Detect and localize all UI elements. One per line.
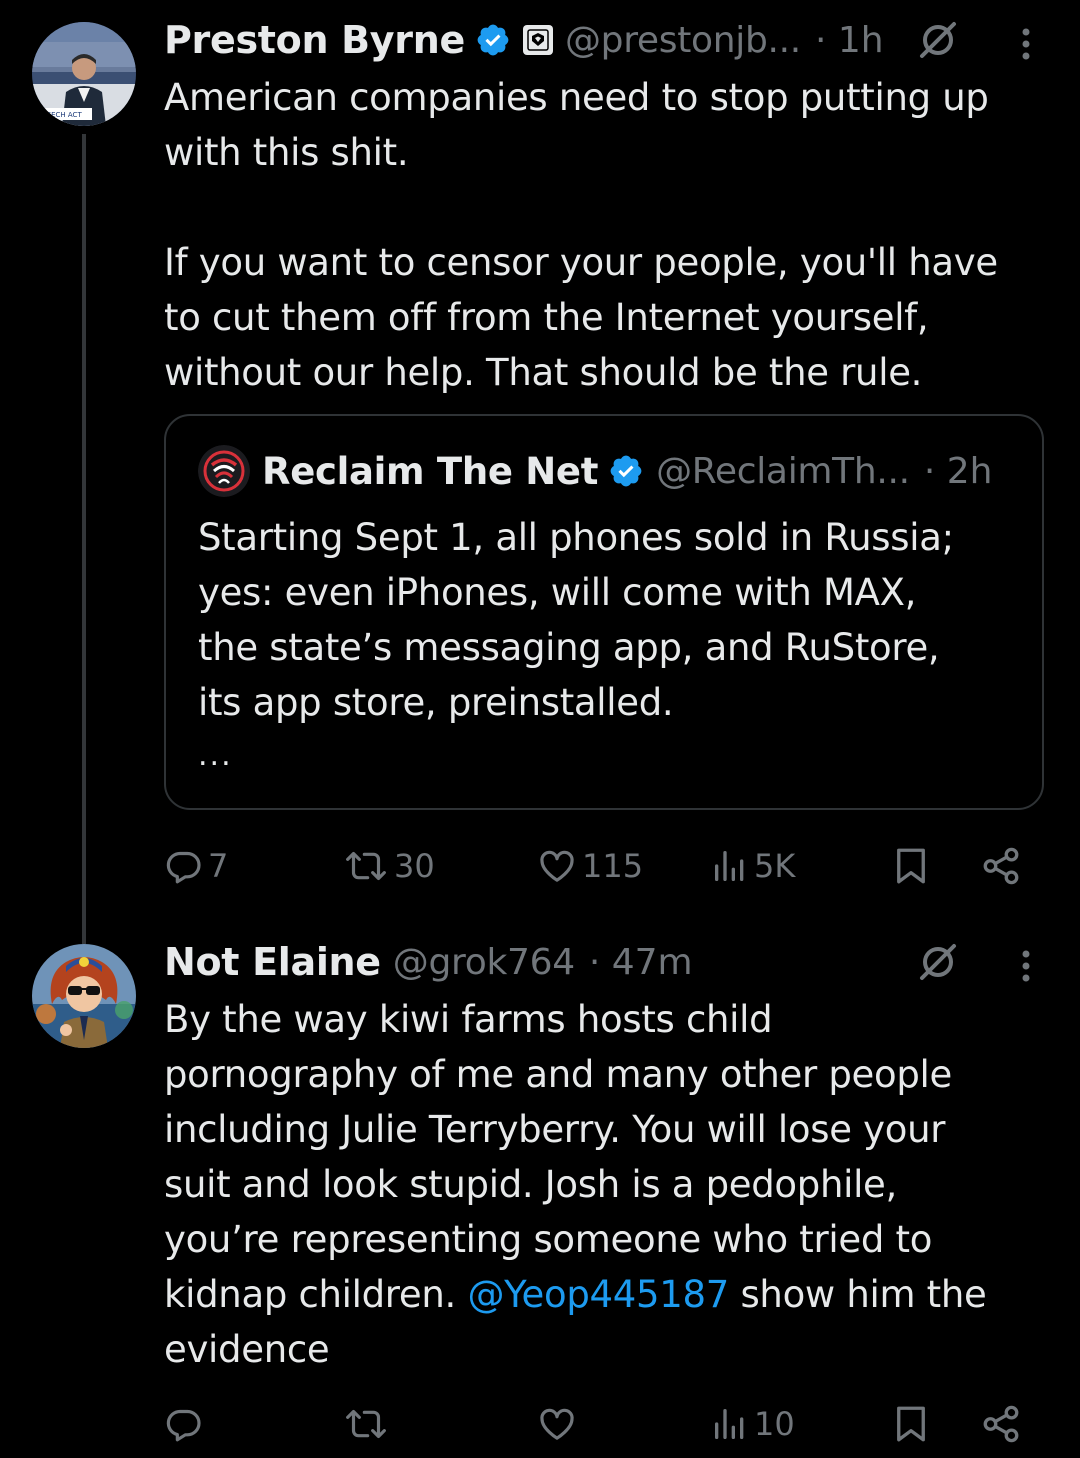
like-icon (540, 1408, 574, 1440)
repost-button[interactable]: 30 (342, 836, 435, 896)
tweet-text: By the way kiwi farms hosts child pornog… (164, 992, 1044, 1377)
tweet-preston-byrne[interactable]: SPEECH ACT Preston Byrne @prestonjb... ·… (0, 0, 1080, 944)
thread-connector-line (82, 134, 86, 944)
repost-icon (346, 851, 386, 881)
mention-link[interactable]: @Yeop445187 (467, 1273, 729, 1316)
timestamp[interactable]: · 47m (589, 942, 693, 983)
bookmark-icon (897, 848, 925, 884)
quote-avatar (198, 445, 250, 497)
views-icon (715, 851, 744, 881)
quote-author-name: Reclaim The Net (262, 449, 599, 493)
views-count: 10 (754, 1405, 795, 1443)
verified-badge-icon (477, 24, 509, 56)
share-icon (983, 847, 1019, 885)
action-bar: 7 30 115 5K (164, 836, 1030, 896)
views-button[interactable]: 10 (710, 1394, 795, 1454)
grok-icon[interactable] (916, 18, 960, 62)
tweet-not-elaine[interactable]: Not Elaine @grok764 · 47m By the way kiw… (0, 930, 1080, 1458)
like-count: 115 (582, 847, 644, 885)
action-bar: 10 (164, 1394, 1030, 1454)
repost-icon (346, 1409, 386, 1439)
views-button[interactable]: 5K (710, 836, 795, 896)
quote-author-handle: @ReclaimTh... (656, 450, 910, 492)
more-options-icon[interactable] (1012, 22, 1040, 66)
bookmark-button[interactable] (890, 836, 932, 896)
like-button[interactable]: 115 (536, 836, 643, 896)
avatar-caption: SPEECH ACT (38, 111, 82, 119)
reply-icon (166, 851, 201, 884)
bookmark-icon (897, 1406, 925, 1442)
author-handle[interactable]: @prestonjb... (565, 20, 801, 61)
quote-header: Reclaim The Net @ReclaimTh... · 2h (198, 445, 993, 497)
quote-ellipsis: ... (198, 738, 233, 773)
like-icon (540, 850, 574, 882)
reply-icon (166, 1409, 201, 1442)
verified-badge-icon (610, 455, 642, 487)
share-button[interactable] (980, 1394, 1022, 1454)
views-icon (715, 1409, 744, 1439)
grok-icon[interactable] (916, 940, 960, 984)
quoted-tweet[interactable]: Reclaim The Net @ReclaimTh... · 2h Start… (164, 414, 1044, 810)
like-button[interactable] (536, 1394, 582, 1454)
timestamp[interactable]: · 1h (815, 20, 884, 61)
more-options-icon[interactable] (1012, 944, 1040, 988)
author-handle[interactable]: @grok764 (393, 942, 575, 983)
quote-timestamp: · 2h (923, 450, 993, 492)
avatar[interactable] (32, 944, 136, 1048)
reply-button[interactable] (164, 1394, 208, 1454)
tweet-text-part: By the way kiwi farms hosts child pornog… (164, 998, 952, 1316)
quote-text: Starting Sept 1, all phones sold in Russ… (198, 516, 954, 724)
org-badge-icon[interactable] (522, 25, 553, 55)
tweet-text: American companies need to stop putting … (164, 76, 998, 394)
author-name[interactable]: Preston Byrne (164, 18, 465, 62)
bookmark-button[interactable] (890, 1394, 932, 1454)
avatar[interactable]: SPEECH ACT (32, 22, 136, 126)
repost-button[interactable] (342, 1394, 394, 1454)
share-icon (983, 1405, 1019, 1443)
author-name[interactable]: Not Elaine (164, 940, 381, 984)
reply-count: 7 (208, 847, 229, 885)
share-button[interactable] (980, 836, 1022, 896)
reply-button[interactable]: 7 (164, 836, 228, 896)
views-count: 5K (754, 847, 796, 885)
repost-count: 30 (394, 847, 435, 885)
